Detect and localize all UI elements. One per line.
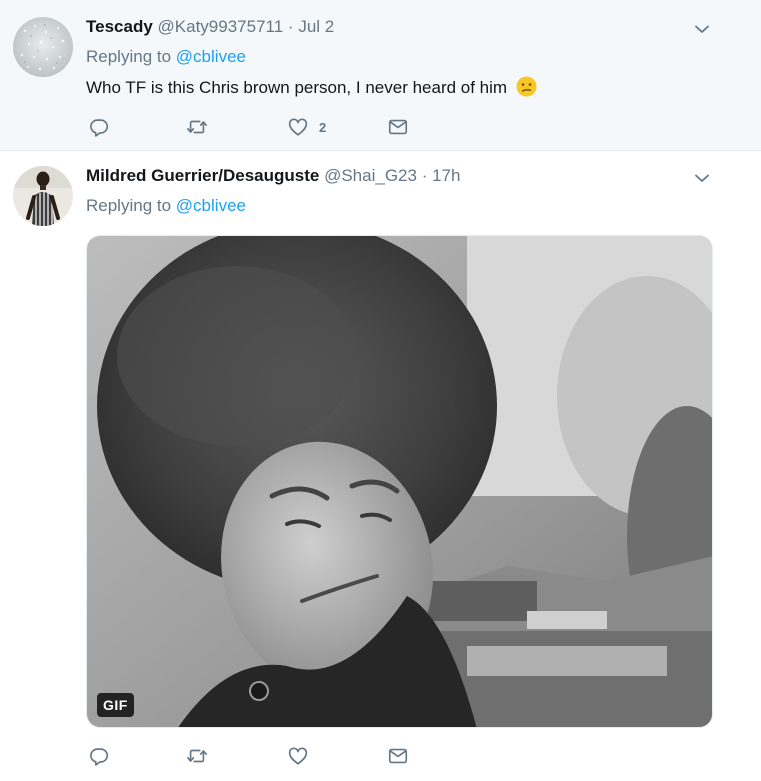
- retweet-icon: [187, 749, 207, 763]
- like-icon: [288, 118, 308, 136]
- direct-message-icon: [388, 119, 408, 135]
- like-button[interactable]: 2: [287, 115, 326, 139]
- display-name[interactable]: Tescady: [86, 17, 153, 36]
- direct-message-button[interactable]: [387, 115, 409, 139]
- tweet-actions: 2: [86, 115, 426, 139]
- user-handle[interactable]: @Katy99375711: [158, 17, 284, 36]
- reply-icon: [90, 119, 109, 137]
- timestamp[interactable]: Jul 2: [298, 17, 334, 36]
- tweet[interactable]: Mildred Guerrier/Desauguste @Shai_G23 · …: [0, 151, 761, 781]
- reply-button[interactable]: [88, 744, 110, 768]
- retweet-button[interactable]: [186, 744, 208, 768]
- separator-dot: ·: [287, 17, 294, 36]
- replying-to: Replying to @cblivee: [86, 195, 246, 217]
- separator-dot: ·: [421, 166, 428, 185]
- mention-link[interactable]: @cblivee: [176, 196, 246, 215]
- timestamp[interactable]: 17h: [432, 166, 460, 185]
- retweet-button[interactable]: [186, 115, 208, 139]
- gif-badge: GIF: [97, 693, 134, 717]
- reply-icon: [90, 748, 109, 766]
- replying-to: Replying to @cblivee: [86, 46, 246, 68]
- user-handle[interactable]: @Shai_G23: [324, 166, 417, 185]
- avatar[interactable]: [13, 166, 73, 226]
- tweet-body: Who TF is this Chris brown person, I nev…: [86, 78, 508, 97]
- gif-media[interactable]: GIF: [86, 235, 713, 728]
- replying-to-label: Replying to: [86, 47, 172, 66]
- like-count: 2: [319, 119, 327, 135]
- tweet-text: Who TF is this Chris brown person, I nev…: [86, 76, 537, 100]
- chevron-down-icon[interactable]: [693, 169, 711, 187]
- like-button[interactable]: [287, 744, 309, 768]
- confused-face-emoji-icon: [516, 76, 537, 97]
- avatar[interactable]: [13, 17, 73, 77]
- mention-link[interactable]: @cblivee: [176, 47, 246, 66]
- gif-image: [87, 236, 712, 727]
- tweet-header: Tescady @Katy99375711 · Jul 2: [86, 16, 334, 38]
- direct-message-icon: [388, 748, 408, 764]
- tweet-actions: [86, 744, 426, 768]
- tweet-header: Mildred Guerrier/Desauguste @Shai_G23 · …: [86, 165, 460, 187]
- replying-to-label: Replying to: [86, 196, 172, 215]
- retweet-icon: [187, 120, 207, 134]
- chevron-down-icon[interactable]: [693, 20, 711, 38]
- like-icon: [288, 747, 308, 765]
- display-name[interactable]: Mildred Guerrier/Desauguste: [86, 166, 319, 185]
- tweet[interactable]: Tescady @Katy99375711 · Jul 2 Replying t…: [0, 0, 761, 151]
- direct-message-button[interactable]: [387, 744, 409, 768]
- reply-button[interactable]: [88, 115, 110, 139]
